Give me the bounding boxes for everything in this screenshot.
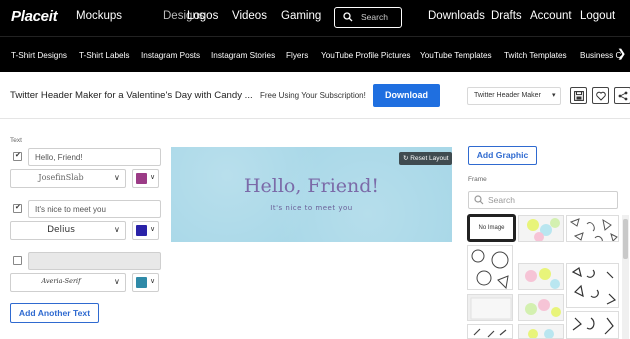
canvas-headline[interactable]: Hello, Friend! bbox=[171, 175, 452, 197]
text-row-2-font-select[interactable]: Delius ∨ bbox=[10, 221, 126, 240]
nav-logout[interactable]: Logout bbox=[580, 10, 615, 22]
frame-section-label: Frame bbox=[468, 176, 487, 183]
category-item[interactable]: Business C bbox=[580, 51, 621, 60]
chevron-down-icon: ∨ bbox=[114, 277, 120, 286]
frame-thumb[interactable] bbox=[518, 294, 564, 321]
pattern-image bbox=[468, 325, 512, 338]
font-name: Averia-Serif bbox=[41, 277, 81, 285]
frame-thumb[interactable] bbox=[566, 215, 619, 242]
reset-layout-button[interactable]: ↻ Reset Layout bbox=[399, 152, 452, 165]
category-item[interactable]: T-Shirt Designs bbox=[11, 51, 67, 60]
text-row-1-color-select[interactable]: ∨ bbox=[132, 169, 159, 188]
category-item[interactable]: Twitch Templates bbox=[504, 51, 567, 60]
search-icon bbox=[474, 195, 484, 205]
category-item[interactable]: Instagram Posts bbox=[141, 51, 200, 60]
page-title: Twitter Header Maker for a Valentine's D… bbox=[10, 90, 253, 101]
category-item[interactable]: T-Shirt Labels bbox=[79, 51, 130, 60]
frame-thumb-no-image[interactable]: No Image bbox=[467, 214, 516, 242]
favorite-button[interactable] bbox=[592, 87, 609, 104]
text-row-3-font-select[interactable]: Averia-Serif ∨ bbox=[10, 273, 126, 292]
save-button[interactable] bbox=[570, 87, 587, 104]
chevron-down-icon: ∨ bbox=[114, 225, 120, 234]
text-row-3-input[interactable] bbox=[28, 252, 161, 270]
nav-mockups[interactable]: Mockups bbox=[76, 10, 122, 22]
nav-drafts[interactable]: Drafts bbox=[491, 10, 522, 22]
text-row-2-checkbox[interactable] bbox=[13, 203, 22, 213]
candy-hearts-image bbox=[519, 295, 563, 320]
candy-hearts-image bbox=[519, 216, 563, 241]
color-swatch bbox=[136, 225, 147, 236]
chevron-down-icon: ∨ bbox=[150, 226, 156, 233]
font-name: JosefinSlab bbox=[38, 173, 84, 182]
candy-hearts-image bbox=[519, 264, 563, 289]
nav-account[interactable]: Account bbox=[530, 10, 572, 22]
share-icon bbox=[618, 91, 628, 101]
frame-thumb[interactable] bbox=[467, 324, 513, 339]
text-section-label: Text bbox=[10, 137, 22, 144]
add-another-text-button[interactable]: Add Another Text bbox=[10, 303, 99, 323]
frame-thumb[interactable] bbox=[518, 215, 564, 242]
subscription-text: Free Using Your Subscription! bbox=[260, 91, 366, 100]
text-row-1-checkbox[interactable] bbox=[13, 151, 22, 161]
frame-thumb[interactable] bbox=[566, 263, 619, 308]
frame-search-placeholder: Search bbox=[488, 195, 515, 205]
category-item[interactable]: Instagram Stories bbox=[211, 51, 275, 60]
heart-icon bbox=[596, 91, 606, 101]
download-button[interactable]: Download bbox=[373, 84, 440, 107]
nav-videos[interactable]: Videos bbox=[232, 10, 267, 22]
category-item[interactable]: YouTube Profile Pictures bbox=[321, 51, 411, 60]
candy-hearts-image bbox=[519, 325, 563, 338]
reset-layout-label: Reset Layout bbox=[410, 155, 449, 162]
text-row-1-input[interactable]: Hello, Friend! bbox=[28, 148, 161, 166]
logo[interactable]: Placeit bbox=[11, 8, 58, 25]
category-item[interactable]: YouTube Templates bbox=[420, 51, 492, 60]
frame-thumb[interactable] bbox=[518, 324, 564, 339]
template-select[interactable]: Twitter Header Maker ▾ bbox=[467, 87, 561, 105]
frame-thumb[interactable] bbox=[518, 263, 564, 290]
chevron-down-icon: ∨ bbox=[150, 278, 156, 285]
chevron-down-icon: ▾ bbox=[552, 92, 556, 99]
frame-thumb[interactable] bbox=[467, 245, 513, 290]
top-navigation: Placeit Mockups Designs Logos Videos Gam… bbox=[0, 0, 630, 36]
tattoo-pattern-image bbox=[567, 312, 618, 338]
scrollbar-thumb[interactable] bbox=[623, 219, 628, 259]
text-row-3-color-select[interactable]: ∨ bbox=[132, 273, 159, 292]
search-box[interactable]: Search bbox=[334, 7, 402, 28]
template-select-value: Twitter Header Maker bbox=[474, 92, 541, 99]
no-image-label: No Image bbox=[478, 225, 505, 231]
text-row-2-color-select[interactable]: ∨ bbox=[132, 221, 159, 240]
frame-thumb[interactable] bbox=[467, 294, 513, 321]
chevron-down-icon: ∨ bbox=[150, 174, 156, 181]
color-swatch bbox=[136, 277, 147, 288]
blank-frame-image bbox=[470, 297, 512, 320]
save-icon bbox=[574, 91, 584, 101]
tattoo-pattern-image bbox=[567, 264, 618, 307]
nav-gaming[interactable]: Gaming bbox=[281, 10, 321, 22]
share-button[interactable] bbox=[614, 87, 630, 104]
frame-thumb[interactable] bbox=[566, 311, 619, 339]
search-icon bbox=[343, 12, 353, 22]
frame-search-input[interactable]: Search bbox=[468, 191, 618, 209]
line-art-pattern-image bbox=[468, 246, 512, 289]
category-item[interactable]: Flyers bbox=[286, 51, 308, 60]
canvas-subline[interactable]: It's nice to meet you bbox=[171, 204, 452, 212]
text-row-1-font-select[interactable]: JosefinSlab ∨ bbox=[10, 169, 126, 188]
color-swatch bbox=[136, 173, 147, 184]
text-row-3-checkbox[interactable] bbox=[13, 256, 22, 265]
category-bar: T-Shirt Designs T-Shirt Labels Instagram… bbox=[0, 36, 630, 72]
chevron-right-icon[interactable]: ❯ bbox=[617, 47, 630, 63]
nav-downloads[interactable]: Downloads bbox=[428, 10, 485, 22]
chevron-down-icon: ∨ bbox=[114, 173, 120, 182]
doodle-pattern-image bbox=[567, 216, 618, 241]
text-row-2-input[interactable]: It's nice to meet you bbox=[28, 200, 161, 218]
font-name: Delius bbox=[47, 225, 75, 235]
search-placeholder: Search bbox=[361, 12, 388, 22]
add-graphic-button[interactable]: Add Graphic bbox=[468, 146, 537, 165]
frame-scrollbar[interactable] bbox=[622, 215, 629, 339]
nav-logos[interactable]: Logos bbox=[187, 10, 218, 22]
reset-icon: ↻ bbox=[403, 155, 409, 162]
